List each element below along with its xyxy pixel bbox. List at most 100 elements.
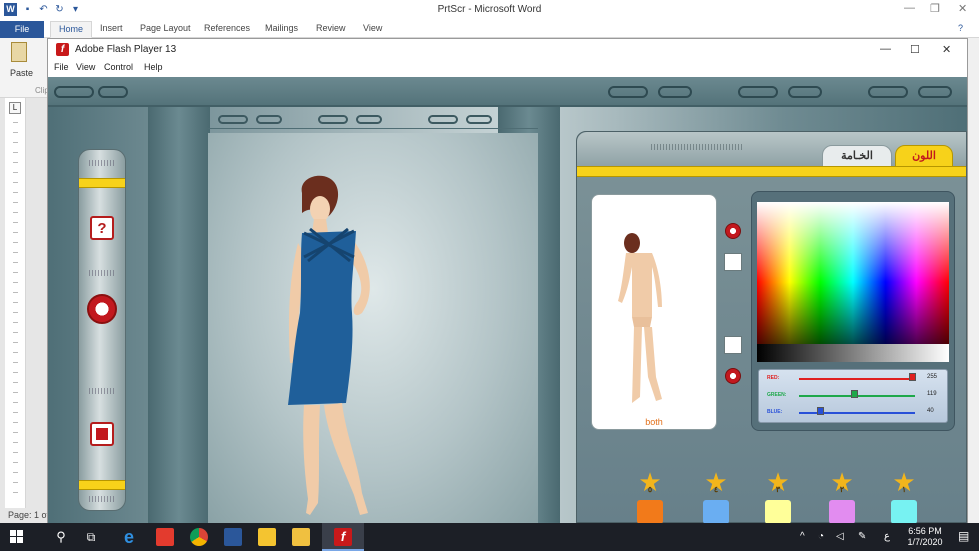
help-button[interactable]: ?	[90, 216, 114, 240]
tab-review[interactable]: Review	[316, 23, 346, 33]
paste-label: Paste	[10, 68, 34, 78]
red-value: 255	[927, 374, 938, 380]
red-thumb[interactable]	[909, 373, 916, 381]
grayscale-bar[interactable]	[757, 344, 949, 362]
help-icon[interactable]: ?	[958, 23, 963, 33]
mannequin-figure[interactable]	[258, 173, 398, 523]
red-label: RED:	[767, 375, 780, 381]
saved-swatch-4[interactable]	[703, 500, 729, 523]
star-icon: ★ ٢	[830, 467, 854, 497]
flash-close-icon[interactable]: ✕	[942, 43, 951, 56]
saved-swatch-1[interactable]	[891, 500, 917, 523]
saved-color-stars: ★ ٥ ★ ٤ ★ ٣ ★ ٢ ★ ١	[637, 467, 957, 497]
blue-value: 40	[927, 408, 934, 414]
task-view-icon[interactable]: ⧉	[82, 528, 100, 546]
notifications-icon[interactable]: ▤	[958, 529, 969, 543]
chrome-icon[interactable]	[190, 528, 208, 546]
flash-title-bar: f Adobe Flash Player 13 — ☐ ✕	[48, 39, 967, 61]
network-icon[interactable]: ◔	[818, 531, 824, 542]
swap-bottom-icon[interactable]	[725, 368, 741, 384]
star-icon: ★ ٤	[704, 467, 728, 497]
color-spectrum[interactable]	[757, 202, 949, 362]
windows-taskbar: ⚲ ⧉ e f ^ ◔ ◁ ✎ ع 6:56 PM 1/7/2020 ▤	[0, 523, 979, 551]
word-title-bar: W ▪ ↶ ↻ ▾ PrtScr - Microsoft Word — ❐ ✕	[0, 0, 979, 21]
green-slider[interactable]: GREEN: 119	[759, 389, 947, 403]
flash-minimize-icon[interactable]: —	[880, 43, 891, 55]
word-status-page[interactable]: Page: 1 of	[0, 508, 50, 523]
toolbar-yellow-band-bottom	[79, 480, 125, 490]
tab-view[interactable]: View	[363, 23, 382, 33]
red-track[interactable]	[799, 378, 915, 380]
tab-page-layout[interactable]: Page Layout	[140, 23, 191, 33]
saved-color-swatches	[637, 500, 957, 523]
pen-icon[interactable]: ✎	[858, 531, 866, 542]
flash-window-title: Adobe Flash Player 13	[75, 44, 177, 55]
star-icon: ★ ٥	[638, 467, 662, 497]
saved-swatch-3[interactable]	[765, 500, 791, 523]
clock-date: 1/7/2020	[907, 537, 943, 547]
tab-insert[interactable]: Insert	[100, 23, 123, 33]
saved-swatch-2[interactable]	[829, 500, 855, 523]
tab-file[interactable]: File	[0, 21, 44, 38]
color-panel: الخـامة اللون both RED: 255 GREEN: 119 B…	[576, 131, 967, 523]
word-right-scrollbar[interactable]	[968, 38, 979, 523]
tab-mailings[interactable]: Mailings	[265, 23, 298, 33]
figure-right-leg	[324, 403, 368, 515]
store-icon[interactable]	[258, 528, 276, 546]
back-color-swatch[interactable]	[724, 336, 742, 354]
language-indicator[interactable]: ع	[884, 531, 890, 542]
preview-back-figure[interactable]	[612, 227, 682, 407]
tab-color[interactable]: اللون	[895, 145, 953, 167]
app-icon[interactable]	[156, 528, 174, 546]
file-explorer-icon[interactable]	[292, 528, 310, 546]
menu-file[interactable]: File	[54, 62, 69, 72]
word-taskbar-icon[interactable]	[224, 528, 242, 546]
blue-thumb[interactable]	[816, 407, 824, 415]
green-thumb[interactable]	[850, 390, 858, 398]
tab-references[interactable]: References	[204, 23, 250, 33]
flash-taskbar-button[interactable]: f	[322, 523, 364, 551]
saved-swatch-5[interactable]	[637, 500, 663, 523]
star-icon: ★ ١	[892, 467, 916, 497]
start-icon[interactable]	[10, 530, 23, 543]
word-minimize-icon[interactable]: —	[904, 2, 915, 14]
vertical-ruler: L	[5, 98, 26, 508]
blue-label: BLUE:	[767, 409, 783, 415]
green-label: GREEN:	[767, 392, 787, 398]
menu-view[interactable]: View	[76, 62, 95, 72]
inner-ornament-frieze	[208, 111, 538, 129]
game-stage: ? الخـامة اللون both RED: 255 GREEN: 119…	[48, 77, 967, 523]
tab-material[interactable]: الخـامة	[822, 145, 892, 167]
ruler-ticks	[13, 122, 18, 502]
flash-taskbar-icon: f	[334, 528, 352, 546]
menu-help[interactable]: Help	[144, 62, 163, 72]
paste-icon[interactable]	[11, 42, 27, 62]
menu-control[interactable]: Control	[104, 62, 133, 72]
flash-logo-icon: f	[56, 43, 69, 56]
word-window-title: PrtScr - Microsoft Word	[437, 4, 542, 15]
blue-slider[interactable]: BLUE: 40	[759, 406, 947, 420]
left-toolbar: ?	[78, 149, 126, 511]
volume-icon[interactable]: ◁	[836, 531, 844, 542]
word-close-icon[interactable]: ✕	[958, 2, 967, 15]
word-restore-icon[interactable]: ❐	[930, 2, 940, 15]
figure-face	[310, 196, 330, 222]
red-slider[interactable]: RED: 255	[759, 372, 947, 386]
front-color-swatch[interactable]	[724, 253, 742, 271]
preview-card: both	[591, 194, 717, 430]
swap-top-icon[interactable]	[725, 223, 741, 239]
panel-yellow-band	[577, 166, 966, 177]
taskbar-clock[interactable]: 6:56 PM 1/7/2020	[900, 526, 950, 548]
word-ribbon-tabs: File Home Insert Page Layout References …	[0, 21, 979, 38]
save-button[interactable]	[90, 422, 114, 446]
star-icon: ★ ٣	[766, 467, 790, 497]
tab-selector[interactable]: L	[9, 102, 21, 114]
flash-maximize-icon[interactable]: ☐	[910, 43, 920, 56]
tab-home[interactable]: Home	[50, 21, 92, 38]
rgb-sliders: RED: 255 GREEN: 119 BLUE: 40	[758, 369, 948, 423]
tray-chevron-icon[interactable]: ^	[800, 531, 805, 542]
search-icon[interactable]: ⚲	[52, 528, 70, 546]
color-palette-button[interactable]	[87, 294, 117, 324]
flash-player-window: f Adobe Flash Player 13 — ☐ ✕ File View …	[47, 38, 968, 523]
edge-icon[interactable]: e	[120, 528, 138, 546]
